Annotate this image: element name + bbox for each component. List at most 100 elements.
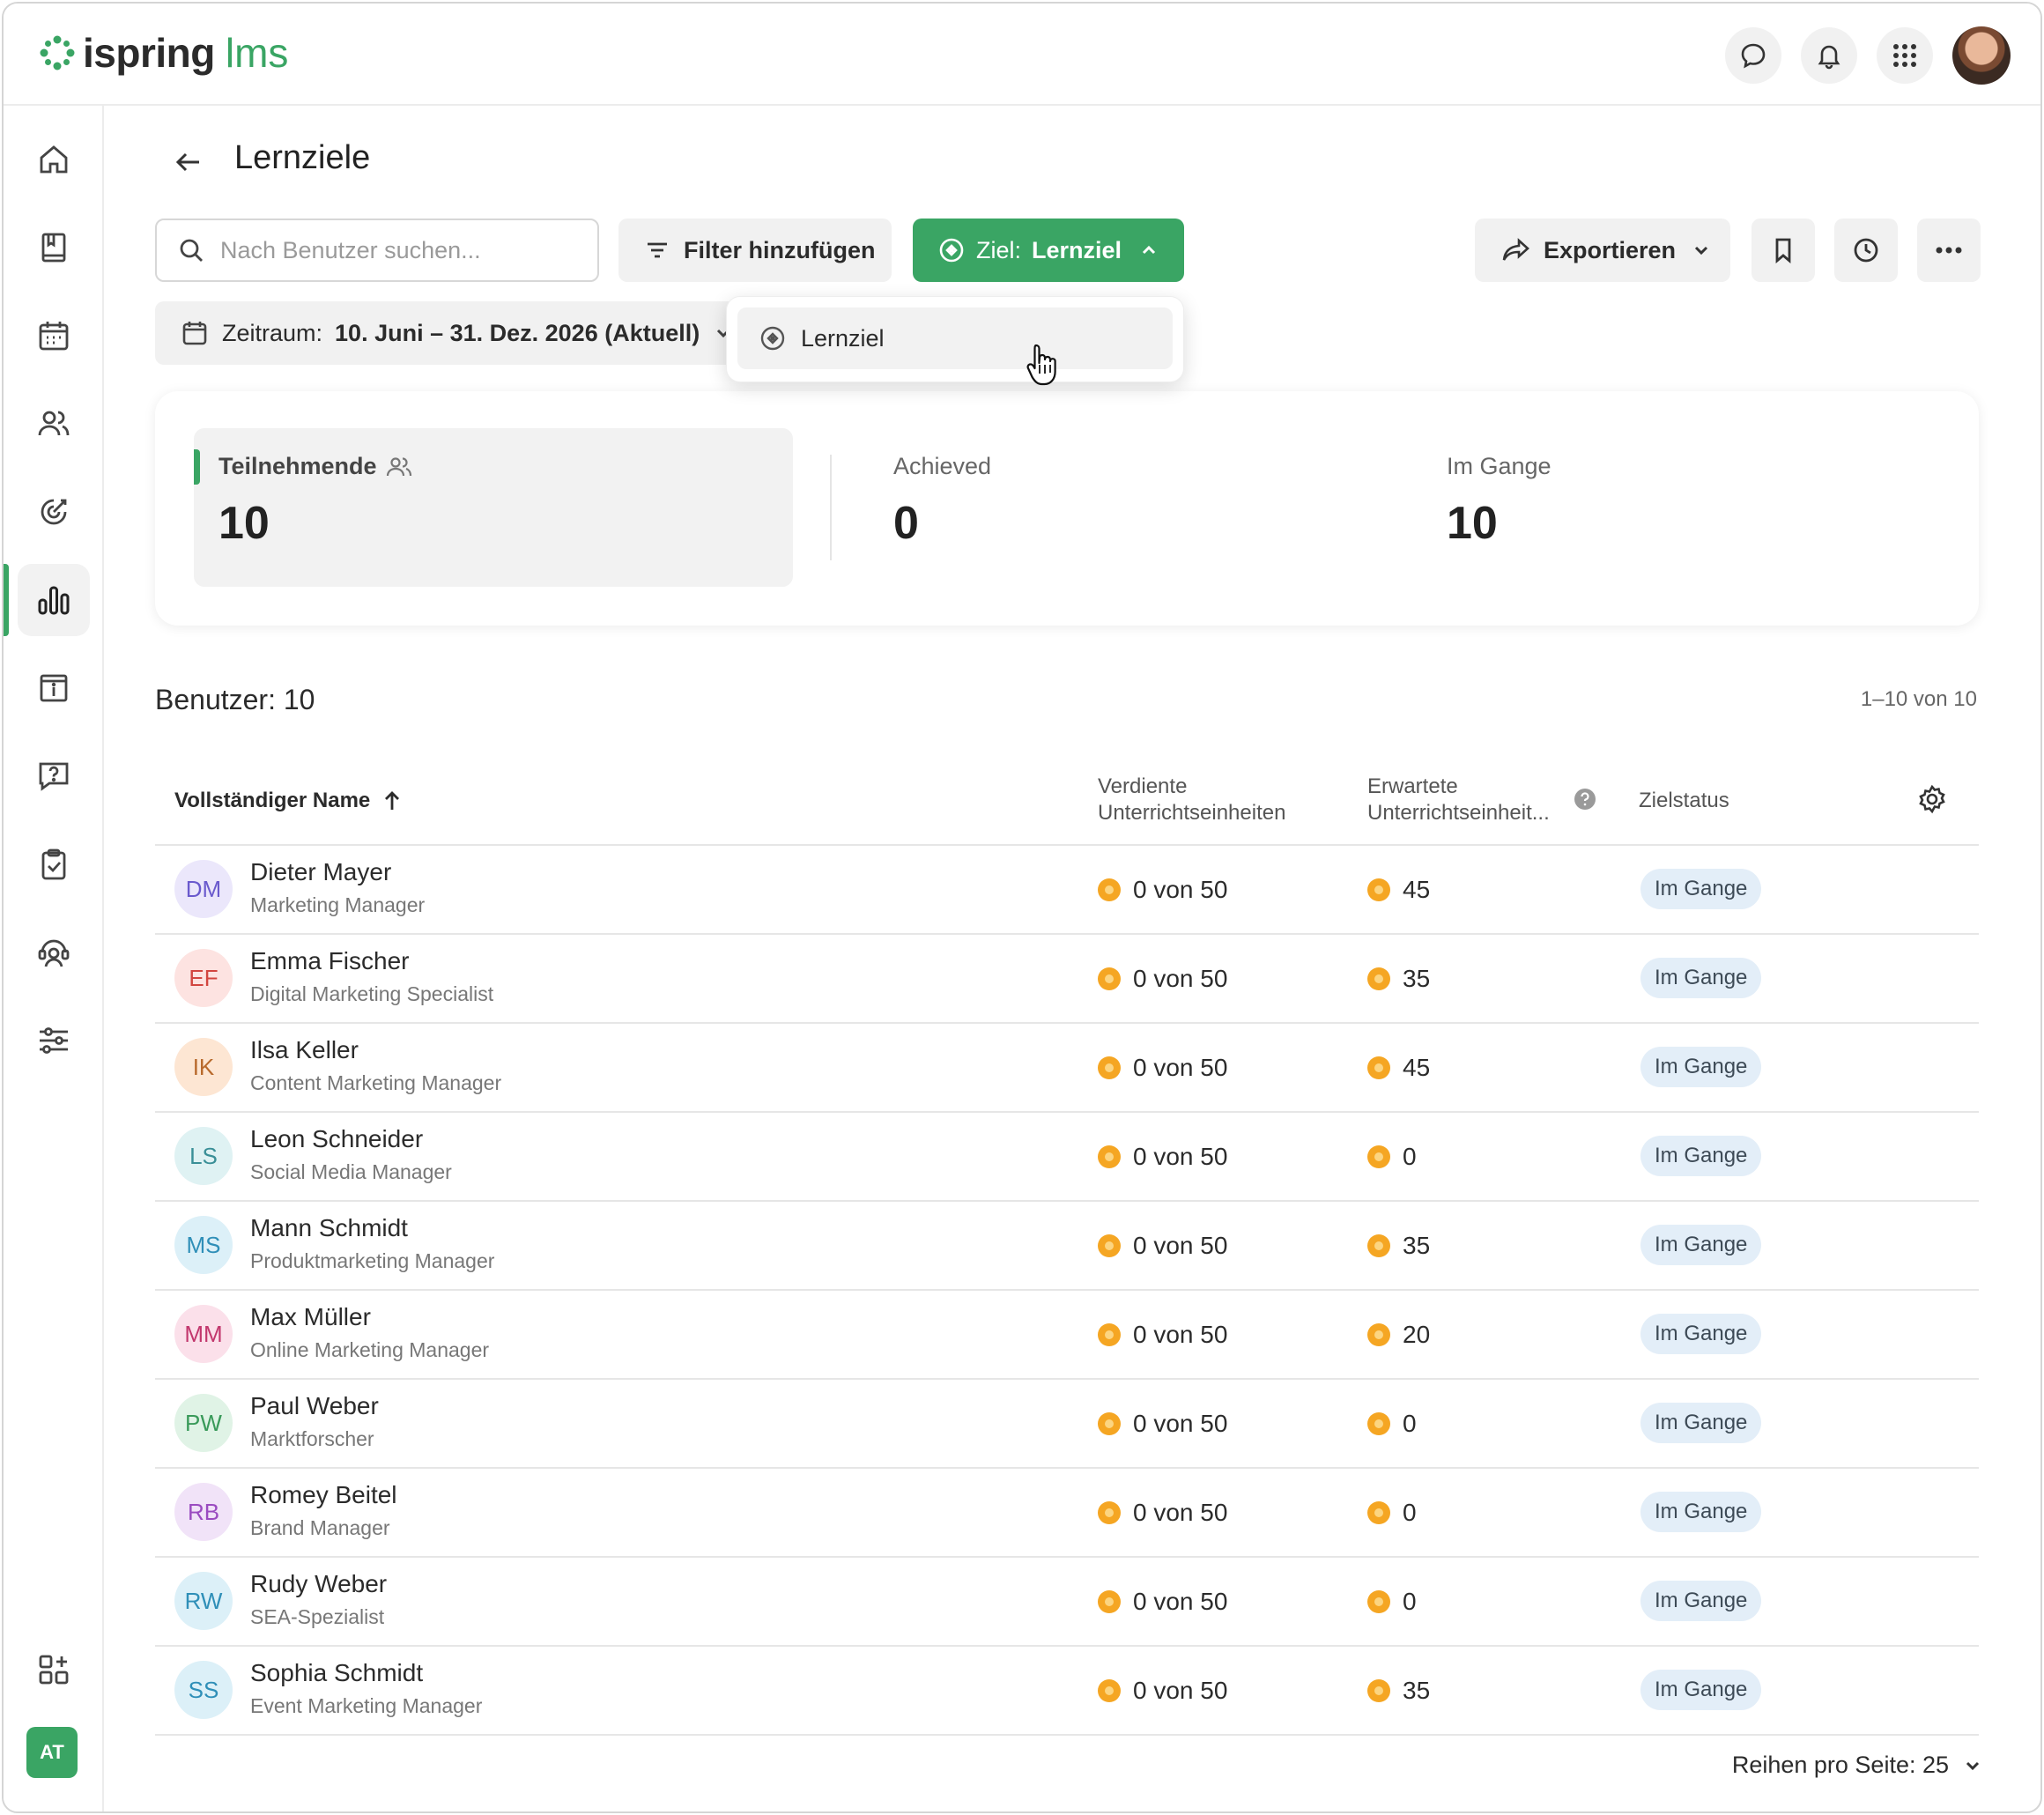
user-role: Content Marketing Manager (250, 1071, 502, 1094)
user-avatar[interactable] (1952, 26, 2011, 85)
sidebar-item-support[interactable] (18, 916, 90, 989)
earned-units-value: 0 von 50 (1133, 1232, 1228, 1259)
sidebar-item-info[interactable] (18, 652, 90, 724)
bell-icon (1818, 45, 1840, 70)
user-initials-avatar: DM (174, 860, 233, 918)
rows-per-page-selector[interactable]: Reihen pro Seite: 25 (1732, 1752, 1982, 1779)
users-count: Benutzer: 10 (155, 684, 315, 715)
bookmark-button[interactable] (1751, 219, 1815, 282)
user-role: Marktforscher (250, 1427, 374, 1450)
coin-icon (1098, 1679, 1121, 1702)
user-name[interactable]: Ilsa Keller (250, 1036, 359, 1064)
user-name[interactable]: Leon Schneider (250, 1125, 423, 1153)
earned-units-cell: 0 von 50 (1098, 1054, 1227, 1082)
chat-button[interactable] (1725, 27, 1781, 84)
users-icon (38, 411, 70, 436)
help-icon[interactable] (1574, 788, 1596, 811)
current-user-avatar[interactable]: AT (26, 1727, 78, 1778)
table-row[interactable]: EF Emma Fischer Digital Marketing Specia… (155, 935, 1979, 1024)
column-header-name[interactable]: Vollständiger Name (174, 788, 402, 814)
table-row[interactable]: MS Mann Schmidt Produktmarketing Manager… (155, 1202, 1979, 1291)
user-name[interactable]: Romey Beitel (250, 1481, 397, 1509)
earned-units-value: 0 von 50 (1133, 1410, 1228, 1437)
user-name[interactable]: Rudy Weber (250, 1570, 387, 1598)
sidebar-item-questions[interactable] (18, 740, 90, 812)
user-initials-avatar: IK (174, 1038, 233, 1096)
back-button[interactable] (167, 141, 210, 183)
apps-button[interactable] (1877, 27, 1933, 84)
column-earned-line1: Verdiente (1098, 774, 1188, 798)
table-row[interactable]: MM Max Müller Online Marketing Manager 0… (155, 1291, 1979, 1380)
sidebar-item-goals[interactable] (18, 476, 90, 548)
sidebar-item-assignments[interactable] (18, 828, 90, 900)
user-role: Online Marketing Manager (250, 1338, 490, 1361)
add-filter-button[interactable]: Filter hinzufügen (618, 219, 892, 282)
user-name[interactable]: Mann Schmidt (250, 1214, 408, 1242)
stat-divider (830, 455, 832, 560)
filter-icon (648, 242, 667, 258)
stat-participants-label: Teilnehmende (218, 453, 412, 480)
goal-icon (760, 326, 785, 351)
column-earned-line2: Unterrichtseinheiten (1098, 801, 1286, 825)
notifications-button[interactable] (1801, 27, 1857, 84)
expected-units-value: 0 (1403, 1410, 1417, 1437)
sidebar-item-home[interactable] (18, 123, 90, 196)
table-row[interactable]: IK Ilsa Keller Content Marketing Manager… (155, 1024, 1979, 1113)
more-options-button[interactable] (1917, 219, 1981, 282)
top-actions (1725, 26, 2011, 85)
earned-units-cell: 0 von 50 (1098, 1321, 1227, 1349)
coin-icon (1367, 1501, 1390, 1524)
sidebar-item-calendar[interactable] (18, 300, 90, 372)
stat-in-progress-label: Im Gange (1447, 453, 1552, 479)
stat-achieved-value: 0 (893, 498, 919, 549)
sidebar-item-courses[interactable] (18, 211, 90, 284)
table-row[interactable]: RW Rudy Weber SEA-Spezialist 0 von 50 0 … (155, 1558, 1979, 1647)
search-input[interactable] (220, 236, 573, 264)
stat-in-progress-value: 10 (1447, 498, 1498, 549)
sidebar-active-indicator (4, 564, 9, 636)
expected-units-cell: 35 (1367, 1677, 1430, 1705)
sidebar-item-users[interactable] (18, 388, 90, 460)
column-header-expected[interactable]: Erwartete Unterrichtseinheit... (1367, 774, 1550, 826)
table-settings-icon[interactable] (1917, 784, 1947, 814)
table-row[interactable]: SS Sophia Schmidt Event Marketing Manage… (155, 1647, 1979, 1736)
user-search[interactable] (155, 219, 599, 282)
column-header-earned[interactable]: Verdiente Unterrichtseinheiten (1098, 774, 1285, 826)
dropdown-item-lernziel[interactable]: Lernziel (737, 307, 1173, 369)
expected-units-value: 20 (1403, 1321, 1431, 1348)
user-name[interactable]: Sophia Schmidt (250, 1659, 423, 1687)
expected-units-cell: 45 (1367, 1054, 1430, 1082)
sidebar-item-settings[interactable] (18, 1004, 90, 1077)
goal-selector-button[interactable]: Ziel: Lernziel (913, 219, 1184, 282)
book-icon (41, 233, 66, 263)
period-filter[interactable]: Zeitraum: 10. Juni – 31. Dez. 2026 (Aktu… (155, 301, 737, 365)
calendar-icon (39, 322, 69, 351)
bookmark-icon (1775, 238, 1791, 263)
earned-units-cell: 0 von 50 (1098, 1588, 1227, 1616)
table-row[interactable]: PW Paul Weber Marktforscher 0 von 50 0 I… (155, 1380, 1979, 1469)
coin-icon (1367, 878, 1390, 901)
earned-units-cell: 0 von 50 (1098, 1143, 1227, 1171)
user-name[interactable]: Max Müller (250, 1303, 371, 1331)
table-row[interactable]: LS Leon Schneider Social Media Manager 0… (155, 1113, 1979, 1202)
table-header: Vollständiger Name Verdiente Unterrichts… (155, 752, 1979, 846)
brand-logo[interactable]: ispring lms (39, 26, 288, 79)
export-button[interactable]: Exportieren (1475, 219, 1730, 282)
stat-participants[interactable] (194, 428, 793, 587)
column-expected-line2: Unterrichtseinheit... (1367, 801, 1550, 825)
column-header-status[interactable]: Zielstatus (1639, 788, 1729, 814)
history-button[interactable] (1834, 219, 1898, 282)
user-role: Produktmarketing Manager (250, 1249, 495, 1272)
coin-icon (1367, 967, 1390, 990)
period-value: 10. Juni – 31. Dez. 2026 (Aktuell) (335, 319, 700, 346)
table-row[interactable]: DM Dieter Mayer Marketing Manager 0 von … (155, 846, 1979, 935)
expected-units-cell: 0 (1367, 1499, 1417, 1527)
sidebar-item-reports[interactable] (18, 564, 90, 636)
user-name[interactable]: Dieter Mayer (250, 858, 391, 886)
user-name[interactable]: Paul Weber (250, 1392, 379, 1420)
user-name[interactable]: Emma Fischer (250, 947, 409, 975)
status-badge: Im Gange (1640, 1403, 1762, 1443)
table-row[interactable]: RB Romey Beitel Brand Manager 0 von 50 0… (155, 1469, 1979, 1558)
sidebar-item-add-widget[interactable] (18, 1634, 90, 1706)
coin-icon (1367, 1412, 1390, 1435)
